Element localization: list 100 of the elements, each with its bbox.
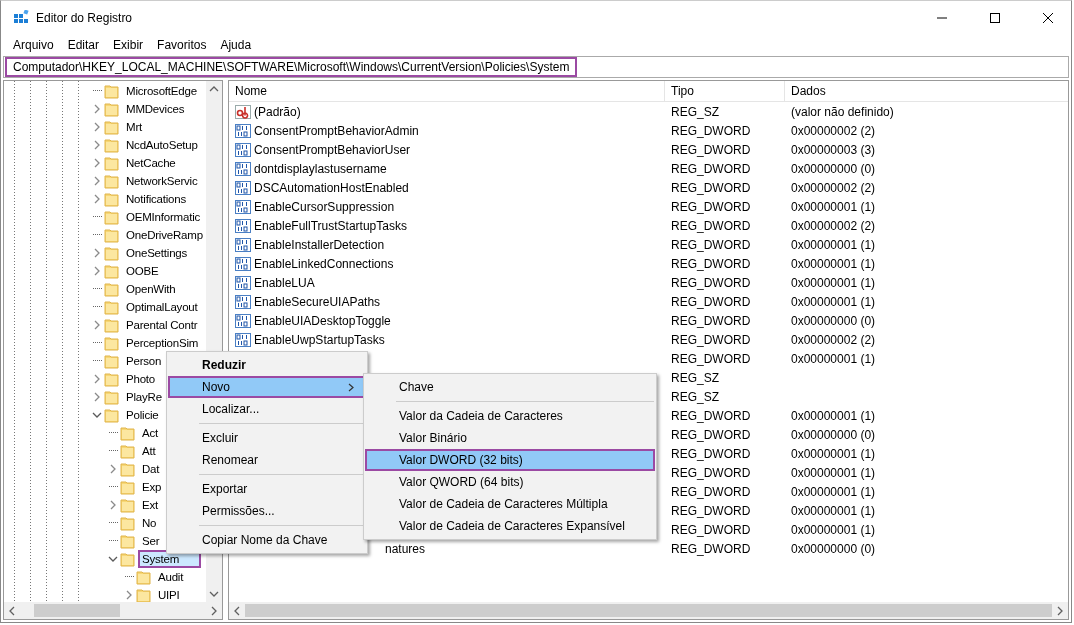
chevron-right-icon[interactable]: [108, 500, 118, 510]
scroll-right-icon[interactable]: [1056, 605, 1064, 616]
registry-icon: [13, 10, 29, 26]
tree-item[interactable]: Exp: [138, 478, 166, 496]
tree-item[interactable]: Person: [122, 352, 166, 370]
tree-item[interactable]: Notifications: [122, 190, 191, 208]
menu-item[interactable]: Editar: [60, 37, 107, 52]
scroll-right-icon[interactable]: [210, 605, 218, 616]
tree-item[interactable]: Ext: [138, 496, 162, 514]
tree-item[interactable]: OneDriveRamp: [122, 226, 206, 244]
tree-item[interactable]: NcdAutoSetup: [122, 136, 202, 154]
value-name[interactable]: EnableFullTrustStartupTasks: [254, 218, 407, 233]
column-header[interactable]: Nome: [229, 81, 665, 101]
chevron-right-icon[interactable]: [92, 248, 102, 258]
tree-item[interactable]: Mrt: [122, 118, 146, 136]
tree-item[interactable]: OptimalLayout: [122, 298, 202, 316]
folder-icon: [120, 497, 136, 513]
folder-icon: [104, 335, 120, 351]
chevron-right-icon[interactable]: [92, 104, 102, 114]
column-header[interactable]: Tipo: [665, 81, 785, 101]
tree-item[interactable]: Photo: [122, 370, 160, 388]
chevron-right-icon[interactable]: [92, 374, 102, 384]
folder-icon: [136, 587, 152, 602]
value-name[interactable]: EnableUIADesktopToggle: [254, 313, 391, 328]
menu-item[interactable]: Chave: [365, 376, 655, 398]
value-name[interactable]: EnableSecureUIAPaths: [254, 294, 381, 309]
chevron-right-icon[interactable]: [92, 194, 102, 204]
menu-item[interactable]: Localizar...: [168, 398, 366, 420]
scroll-left-icon[interactable]: [8, 605, 16, 616]
menu-item[interactable]: Valor Binário: [365, 427, 655, 449]
chevron-right-icon[interactable]: [124, 590, 134, 600]
value-name[interactable]: ConsentPromptBehaviorUser: [254, 142, 411, 157]
tree-item[interactable]: PlayRe: [122, 388, 166, 406]
tree-item[interactable]: MMDevices: [122, 100, 189, 118]
chevron-down-icon[interactable]: [92, 410, 102, 420]
value-name[interactable]: (Padrão): [254, 104, 301, 119]
chevron-right-icon[interactable]: [92, 158, 102, 168]
scroll-down-icon[interactable]: [209, 590, 219, 598]
chevron-right-icon[interactable]: [92, 176, 102, 186]
folder-icon: [104, 389, 120, 405]
tree-item[interactable]: OpenWith: [122, 280, 180, 298]
scroll-up-icon[interactable]: [209, 85, 219, 93]
menu-item[interactable]: Novo: [168, 376, 366, 398]
folder-icon: [104, 353, 120, 369]
value-name[interactable]: ConsentPromptBehaviorAdmin: [254, 123, 419, 138]
tree-item[interactable]: OneSettings: [122, 244, 192, 262]
menu-item[interactable]: Favoritos: [150, 37, 214, 52]
tree-item[interactable]: Act: [138, 424, 162, 442]
tree-item[interactable]: Audit: [154, 568, 188, 586]
menu-item[interactable]: Excluir: [168, 427, 366, 449]
address-field[interactable]: Computador\HKEY_LOCAL_MACHINE\SOFTWARE\Microsoft\Windows\CurrentVersion\Policies\System: [3, 56, 1069, 78]
value-name[interactable]: EnableCursorSuppression: [254, 199, 395, 214]
chevron-down-icon[interactable]: [108, 554, 118, 564]
menu-item[interactable]: Exibir: [106, 37, 151, 52]
menu-item[interactable]: Permissões...: [168, 500, 366, 522]
tree-item[interactable]: Parental Contr: [122, 316, 202, 334]
tree-item[interactable]: Policie: [122, 406, 163, 424]
value-name[interactable]: DSCAutomationHostEnabled: [254, 180, 409, 195]
menu-item[interactable]: Valor da Cadeia de Caracteres: [365, 405, 655, 427]
value-name[interactable]: dontdisplaylastusername: [254, 161, 387, 176]
value-data: 0x00000001 (1): [790, 408, 876, 423]
menu-item[interactable]: Valor de Cadeia de Caracteres Expansível: [365, 515, 655, 537]
tree-item[interactable]: UIPI: [154, 586, 184, 602]
tree-item[interactable]: Ser: [138, 532, 164, 550]
chevron-right-icon[interactable]: [108, 464, 118, 474]
chevron-right-icon[interactable]: [92, 122, 102, 132]
value-name[interactable]: EnableLUA: [254, 275, 315, 290]
tree-item[interactable]: OOBE: [122, 262, 163, 280]
menu-item[interactable]: Ajuda: [213, 37, 259, 52]
value-name[interactable]: EnableInstallerDetection: [254, 237, 385, 252]
menu-item[interactable]: Reduzir: [168, 354, 366, 376]
chevron-right-icon[interactable]: [92, 392, 102, 402]
menu-item[interactable]: Exportar: [168, 478, 366, 500]
horizontal-scrollbar[interactable]: [229, 602, 1068, 619]
menu-item[interactable]: Valor QWORD (64 bits): [365, 471, 655, 493]
tree-item[interactable]: NetCache: [122, 154, 180, 172]
menu-item[interactable]: Arquivo: [6, 37, 61, 52]
chevron-right-icon[interactable]: [92, 320, 102, 330]
menu-item[interactable]: Copiar Nome da Chave: [168, 529, 366, 551]
tree-item[interactable]: Dat: [138, 460, 164, 478]
tree-item[interactable]: NetworkServic: [122, 172, 202, 190]
tree-item[interactable]: MicrosoftEdge: [122, 82, 201, 100]
scrollbar-thumb[interactable]: [34, 604, 120, 617]
scroll-left-icon[interactable]: [233, 605, 241, 616]
column-header[interactable]: Dados: [785, 81, 1068, 101]
address-path: Computador\HKEY_LOCAL_MACHINE\SOFTWARE\Microsoft\Windows\CurrentVersion\Policies\System: [5, 57, 578, 77]
chevron-right-icon[interactable]: [92, 140, 102, 150]
tree-item[interactable]: OEMInformatic: [122, 208, 205, 226]
tree-item[interactable]: No: [138, 514, 161, 532]
tree-item[interactable]: PerceptionSim: [122, 334, 203, 352]
menu-item[interactable]: Renomear: [168, 449, 366, 471]
menu-item[interactable]: Valor DWORD (32 bits): [365, 449, 655, 471]
scrollbar-thumb[interactable]: [245, 604, 1052, 617]
chevron-right-icon[interactable]: [92, 266, 102, 276]
value-name[interactable]: natures: [385, 541, 426, 556]
menu-item[interactable]: Valor de Cadeia de Caracteres Múltipla: [365, 493, 655, 515]
horizontal-scrollbar[interactable]: [4, 602, 222, 619]
value-name[interactable]: EnableLinkedConnections: [254, 256, 394, 271]
tree-item[interactable]: Att: [138, 442, 160, 460]
value-name[interactable]: EnableUwpStartupTasks: [254, 332, 385, 347]
